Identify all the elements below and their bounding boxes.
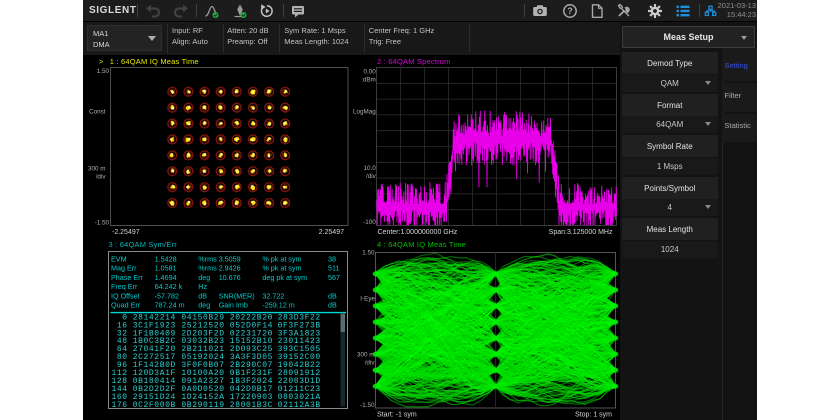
svg-text:10.676: 10.676 [219, 273, 241, 282]
svg-text:02112A3B: 02112A3B [278, 401, 321, 410]
svg-text:567: 567 [328, 273, 340, 282]
svg-text:-2.25497: -2.25497 [112, 229, 140, 236]
svg-text:dBm: dBm [363, 77, 376, 84]
svg-text:>: > [99, 57, 104, 66]
svg-text:I-Eye: I-Eye [360, 296, 375, 303]
svg-text:dB: dB [328, 301, 337, 310]
svg-text:2 : 64QAM Spectrum: 2 : 64QAM Spectrum [377, 57, 451, 66]
svg-text:1 : 64QAM IQ Meas Time: 1 : 64QAM IQ Meas Time [110, 57, 199, 66]
svg-text:-1.50: -1.50 [95, 220, 110, 227]
svg-text:Quad Err: Quad Err [111, 301, 141, 310]
svg-text:Hz: Hz [198, 282, 207, 291]
svg-text:Gain Imb: Gain Imb [219, 301, 248, 310]
svg-text:%rms: %rms [198, 264, 217, 273]
svg-text:0.00: 0.00 [364, 69, 377, 76]
svg-text:EVM: EVM [111, 255, 127, 264]
svg-text:64.242 k: 64.242 k [155, 282, 183, 291]
svg-text:176: 176 [111, 401, 127, 410]
svg-text:Span:3.125000 MHz: Span:3.125000 MHz [549, 229, 613, 236]
svg-text:0C2F000B: 0C2F000B [133, 401, 176, 410]
svg-text:Start: -1 sym: Start: -1 sym [377, 412, 417, 419]
svg-text:Phase Err: Phase Err [111, 273, 144, 282]
svg-text:-1.50: -1.50 [360, 402, 375, 409]
svg-text:511: 511 [328, 264, 339, 273]
svg-text:Const: Const [89, 109, 106, 116]
svg-text:2.25497: 2.25497 [319, 229, 344, 236]
svg-text:deg pk at sym: deg pk at sym [262, 273, 307, 282]
svg-text:Freq Err: Freq Err [111, 282, 138, 291]
svg-text:dB: dB [198, 291, 207, 300]
svg-text:/div: /div [96, 174, 107, 181]
svg-text:4 : 64QAM IQ Meas Time: 4 : 64QAM IQ Meas Time [377, 240, 466, 249]
svg-text:deg: deg [198, 273, 210, 282]
svg-text:3 : 64QAM Sym/Err: 3 : 64QAM Sym/Err [109, 240, 178, 249]
svg-text:-57.782: -57.782 [155, 291, 179, 300]
svg-text:1.0581: 1.0581 [155, 264, 177, 273]
svg-text:1.5428: 1.5428 [155, 255, 177, 264]
svg-text:787.24 m: 787.24 m [155, 301, 185, 310]
svg-text:% pk at sym: % pk at sym [262, 255, 301, 264]
svg-text:deg: deg [198, 301, 210, 310]
svg-text:IQ Offset: IQ Offset [111, 291, 140, 300]
svg-text:2.9426: 2.9426 [219, 264, 241, 273]
svg-text:3.5059: 3.5059 [219, 255, 241, 264]
svg-text:1.4694: 1.4694 [155, 273, 177, 282]
svg-text:0B290119: 0B290119 [181, 401, 224, 410]
svg-text:SNR(MER): SNR(MER) [219, 291, 255, 300]
svg-text:1.50: 1.50 [362, 250, 375, 257]
svg-text:LogMag: LogMag [353, 109, 376, 116]
svg-text:32.722: 32.722 [262, 291, 284, 300]
svg-text:300 m: 300 m [357, 352, 375, 359]
svg-text:300 m: 300 m [88, 166, 106, 173]
svg-text:% pk at sym: % pk at sym [262, 264, 301, 273]
svg-text:/div: /div [366, 173, 377, 180]
svg-text:10.0: 10.0 [364, 165, 377, 172]
svg-text:-259.12 m: -259.12 m [262, 301, 294, 310]
svg-text:dB: dB [328, 291, 337, 300]
svg-text:?: ? [567, 6, 573, 16]
svg-text:28001B3C: 28001B3C [230, 401, 273, 410]
svg-text:1.50: 1.50 [97, 68, 110, 75]
svg-text:38: 38 [328, 255, 336, 264]
svg-text:-100: -100 [363, 219, 376, 226]
svg-text:Stop: 1 sym: Stop: 1 sym [575, 412, 612, 419]
svg-text:Center:1.000000000 GHz: Center:1.000000000 GHz [378, 229, 458, 236]
svg-text:%rms: %rms [198, 255, 217, 264]
svg-text:Mag Err: Mag Err [111, 264, 137, 273]
svg-text:/div: /div [365, 360, 376, 367]
